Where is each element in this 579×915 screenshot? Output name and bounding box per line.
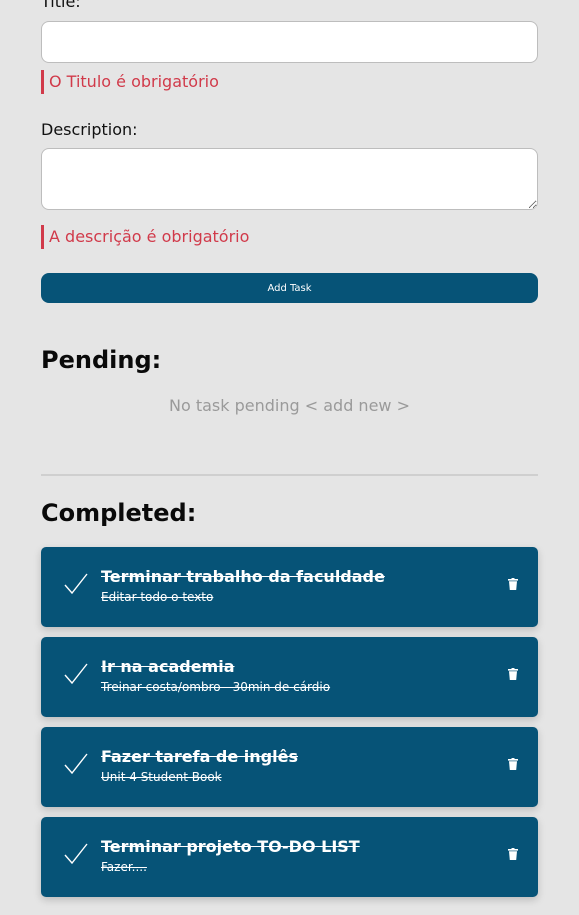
title-input[interactable] bbox=[41, 21, 538, 63]
completed-task-item[interactable]: Fazer tarefa de inglês Unit 4 Student Bo… bbox=[41, 727, 538, 807]
completed-task-item[interactable]: Terminar projeto TO-DO LIST Fazer.... bbox=[41, 817, 538, 897]
task-description: Editar todo o texto bbox=[101, 590, 214, 604]
description-input[interactable] bbox=[41, 148, 538, 210]
completed-task-item[interactable]: Ir na academia Treinar costa/ombro - 30m… bbox=[41, 637, 538, 717]
title-label: Title: bbox=[41, 0, 81, 11]
completed-task-list: Terminar trabalho da faculdade Editar to… bbox=[41, 547, 538, 907]
check-icon[interactable] bbox=[63, 751, 89, 777]
task-texts: Terminar trabalho da faculdade Editar to… bbox=[101, 565, 478, 605]
task-description: Treinar costa/ombro - 30min de cárdio bbox=[101, 680, 331, 694]
section-divider bbox=[41, 474, 538, 476]
task-description: Unit 4 Student Book bbox=[101, 770, 222, 784]
task-title: Fazer tarefa de inglês bbox=[101, 747, 298, 766]
pending-heading: Pending: bbox=[41, 346, 162, 374]
trash-icon[interactable] bbox=[508, 578, 518, 590]
completed-task-item[interactable]: Terminar trabalho da faculdade Editar to… bbox=[41, 547, 538, 627]
task-texts: Fazer tarefa de inglês Unit 4 Student Bo… bbox=[101, 745, 478, 785]
task-title: Ir na academia bbox=[101, 657, 235, 676]
title-error-message: O Titulo é obrigatório bbox=[41, 70, 219, 94]
trash-icon[interactable] bbox=[508, 758, 518, 770]
trash-icon[interactable] bbox=[508, 848, 518, 860]
description-error-message: A descrição é obrigatório bbox=[41, 225, 249, 249]
pending-empty-message: No task pending < add new > bbox=[169, 396, 410, 415]
check-icon[interactable] bbox=[63, 661, 89, 687]
trash-icon[interactable] bbox=[508, 668, 518, 680]
description-label: Description: bbox=[41, 120, 138, 139]
task-title: Terminar projeto TO-DO LIST bbox=[101, 837, 360, 856]
completed-heading: Completed: bbox=[41, 499, 197, 527]
task-texts: Ir na academia Treinar costa/ombro - 30m… bbox=[101, 655, 478, 695]
add-task-button[interactable]: Add Task bbox=[41, 273, 538, 303]
todo-page: Title: O Titulo é obrigatório Descriptio… bbox=[0, 0, 579, 915]
task-description: Fazer.... bbox=[101, 860, 147, 874]
task-texts: Terminar projeto TO-DO LIST Fazer.... bbox=[101, 835, 478, 875]
check-icon[interactable] bbox=[63, 841, 89, 867]
check-icon[interactable] bbox=[63, 571, 89, 597]
task-title: Terminar trabalho da faculdade bbox=[101, 567, 385, 586]
